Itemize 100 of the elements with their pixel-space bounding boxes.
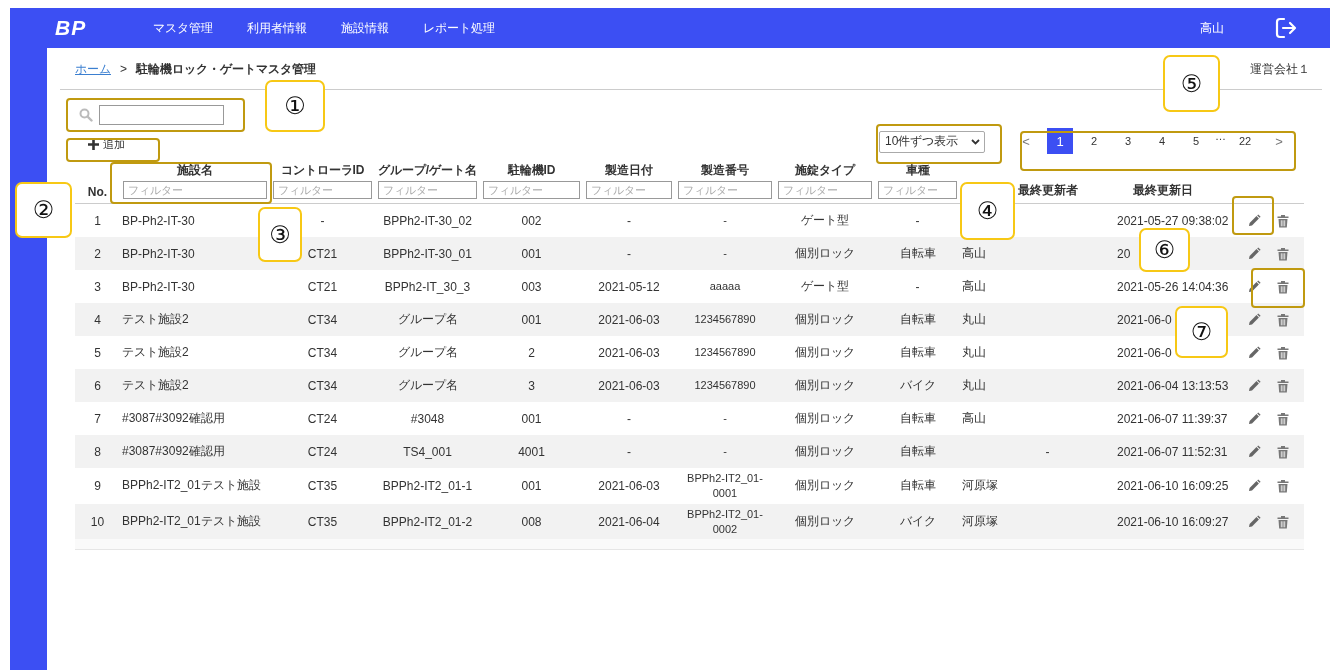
home-link[interactable]: ホーム: [75, 60, 111, 78]
date-cell: 2021-06-03: [598, 345, 660, 360]
page-button[interactable]: 1: [1047, 128, 1073, 154]
bike-id-cell: 008: [521, 514, 542, 529]
page-button[interactable]: 2: [1081, 128, 1107, 154]
updated-cell: 2021-06-0: [1117, 345, 1172, 360]
column-header: 最終更新者: [1017, 182, 1078, 199]
page-button[interactable]: 22: [1232, 128, 1258, 154]
updated-cell: 2021-06-04 13:13:53: [1117, 378, 1229, 393]
user-cell: 河原塚: [962, 513, 998, 531]
facility-cell: BPPh2-IT2_01テスト施設: [122, 477, 261, 495]
column-header: 製造番号: [701, 162, 749, 179]
next-page-button[interactable]: >: [1266, 128, 1292, 154]
page-button[interactable]: 3: [1115, 128, 1141, 154]
filter-field[interactable]: フィルター: [586, 181, 672, 199]
serial-cell: 1234567890: [694, 378, 756, 393]
group-cell: グループ名: [397, 344, 458, 361]
bike-id-cell: 002: [521, 213, 542, 228]
controller-cell: CT34: [307, 345, 338, 360]
previous-page-button[interactable]: <: [1013, 128, 1039, 154]
facility-cell: BP-Ph2-IT-30: [122, 279, 195, 294]
controller-cell: -: [320, 213, 325, 228]
user-cell: 河原塚: [962, 477, 998, 495]
date-cell: -: [627, 213, 631, 228]
column-header: 施錠タイプ: [795, 162, 855, 179]
callout: ③: [258, 207, 302, 262]
lock-type-cell: 個別ロック: [795, 344, 855, 361]
per-page-select[interactable]: 10件ずつ表示: [879, 130, 985, 153]
number-cell: 1: [94, 213, 101, 228]
lock-type-cell: ゲート型: [801, 212, 849, 229]
bike-id-cell: 001: [521, 312, 542, 327]
bike-id-cell: 2: [528, 345, 535, 360]
number-cell: 6: [94, 378, 101, 393]
page-button[interactable]: 4: [1149, 128, 1175, 154]
vehicle-cell: 自転車: [899, 311, 936, 328]
filter-field[interactable]: フィルター: [378, 181, 477, 199]
bike-id-cell: 001: [521, 411, 542, 426]
nav-link[interactable]: 施設情報: [341, 19, 389, 37]
date-cell: 2021-06-03: [598, 378, 660, 393]
callout: ⑤: [1163, 55, 1220, 112]
user-cell: 丸山: [962, 377, 986, 394]
facility-cell: テスト施設2: [122, 311, 189, 328]
serial-cell: -: [723, 411, 727, 426]
column-header: 最終更新日: [1132, 182, 1193, 199]
group-cell: グループ名: [397, 377, 458, 394]
bike-id-cell: 3: [528, 378, 535, 393]
filter-field[interactable]: フィルター: [273, 181, 372, 199]
nav-link[interactable]: レポート処理: [423, 19, 495, 37]
group-cell: BPPh2-IT-30_02: [383, 213, 472, 228]
callout: ②: [15, 182, 72, 238]
group-cell: #3048: [410, 411, 445, 426]
date-cell: -: [627, 444, 631, 459]
vehicle-cell: 自転車: [899, 245, 936, 262]
number-cell: 7: [94, 411, 101, 426]
facility-cell: BP-Ph2-IT-30: [122, 213, 195, 228]
column-header: 駐輪機ID: [507, 162, 556, 179]
lock-type-cell: 個別ロック: [795, 443, 855, 460]
bike-id-cell: 4001: [518, 444, 545, 459]
filter-field[interactable]: フィルター: [123, 181, 267, 199]
page-button[interactable]: 5: [1183, 128, 1209, 154]
controller-cell: CT34: [307, 378, 338, 393]
bike-id-cell: 003: [521, 279, 542, 294]
add-button[interactable]: 追加: [84, 134, 129, 154]
user-name: 高山: [1200, 19, 1224, 37]
lock-type-cell: 個別ロック: [795, 410, 855, 427]
column-header: グループ/ゲート名: [377, 162, 478, 179]
column-header: 施設名: [177, 162, 213, 179]
serial-cell: -: [723, 213, 727, 228]
facility-cell: BP-Ph2-IT-30: [122, 246, 195, 261]
number-cell: 10: [90, 514, 105, 529]
lock-type-cell: 個別ロック: [795, 377, 855, 394]
nav-link[interactable]: 利用者情報: [247, 19, 307, 37]
updated-cell: 2021-05-26 14:04:36: [1117, 279, 1229, 294]
date-cell: 2021-05-12: [598, 279, 660, 294]
serial-cell: -: [723, 246, 727, 261]
filter-field[interactable]: フィルター: [878, 181, 957, 199]
pagination-ellipsis: …: [1215, 130, 1226, 142]
filter-field[interactable]: フィルター: [483, 181, 580, 199]
nav-link[interactable]: マスタ管理: [153, 19, 213, 37]
controller-cell: CT35: [307, 514, 338, 529]
group-cell: BPPh2-IT2_01-2: [382, 514, 473, 529]
updated-cell: 20: [1117, 246, 1131, 261]
lock-type-cell: 個別ロック: [795, 245, 855, 262]
filter-field[interactable]: フィルター: [778, 181, 872, 199]
bike-id-cell: 001: [521, 246, 542, 261]
logo[interactable]: BP: [55, 16, 108, 40]
user-cell: 丸山: [962, 344, 986, 361]
vehicle-cell: -: [915, 213, 920, 228]
serial-cell-text: BPPh2-IT2_01-0001: [686, 471, 764, 501]
vehicle-cell: -: [915, 279, 920, 294]
column-header: 車種: [905, 162, 930, 179]
callout: ⑦: [1175, 306, 1228, 358]
facility-cell: テスト施設2: [122, 344, 189, 361]
controller-cell: CT34: [307, 312, 338, 327]
vehicle-cell: 自転車: [899, 443, 936, 460]
updated-cell: 2021-06-10 16:09:27: [1117, 514, 1229, 529]
lock-type-cell: 個別ロック: [795, 513, 855, 531]
updated-cell: 2021-06-10 16:09:25: [1117, 478, 1229, 493]
filter-field[interactable]: フィルター: [678, 181, 772, 199]
serial-cell: -: [723, 444, 727, 459]
